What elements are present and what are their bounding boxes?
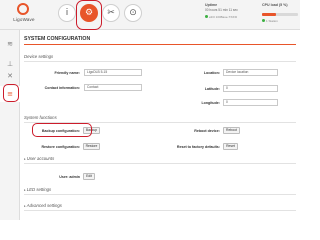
edit-user-button[interactable]: Edit xyxy=(83,173,95,180)
title-divider xyxy=(24,44,296,45)
logo-text: LigoWave xyxy=(13,17,35,22)
sidebar: ≋ ⊥ ✕ ≡ xyxy=(0,30,20,220)
collapse-arrow-icon: ▸ xyxy=(24,188,26,192)
section-divider xyxy=(24,210,296,211)
reboot-device-label: Reboot device: xyxy=(194,129,220,133)
settings-highlight-annotation xyxy=(76,0,102,30)
link-status-icon xyxy=(205,15,208,18)
reset-button[interactable]: Reset xyxy=(223,143,238,150)
uptime-panel: Uptime 00 hours 51 min 11 sec eth0 100Ba… xyxy=(205,3,259,19)
section-divider xyxy=(24,163,296,164)
main-content: SYSTEM CONFIGURATION Device settings Fri… xyxy=(24,32,296,218)
logo-mark-icon xyxy=(17,3,29,15)
friendly-name-input[interactable]: LigoDLB 5-15 xyxy=(84,69,142,76)
user-accounts-section-toggle[interactable]: ▸User accounts xyxy=(24,156,54,161)
contact-information-label: Contact information: xyxy=(44,86,80,90)
tools-button[interactable]: ✂ xyxy=(102,4,120,22)
page-title: SYSTEM CONFIGURATION xyxy=(24,36,91,42)
contact-information-input[interactable]: Contact xyxy=(84,84,142,91)
cpu-panel: CPU load (5 %) 1 Station xyxy=(262,3,298,23)
camera-icon: ⊙ xyxy=(129,7,137,18)
reboot-button[interactable]: Reboot xyxy=(223,127,240,134)
device-settings-heading: Device settings xyxy=(24,54,54,59)
info-icon: i xyxy=(65,7,69,18)
ligowave-logo: LigoWave xyxy=(4,3,48,27)
cpu-title: CPU load (5 %) xyxy=(262,3,288,7)
status-info-button[interactable]: i xyxy=(58,4,76,22)
led-settings-section-toggle[interactable]: ▸LED settings xyxy=(24,187,51,192)
sidebar-item-wireless[interactable]: ≋ xyxy=(0,36,20,52)
services-icon: ✕ xyxy=(7,72,13,80)
location-label: Location: xyxy=(203,71,220,75)
cpu-load-bar xyxy=(262,13,298,16)
longitude-input[interactable]: 0 xyxy=(223,99,278,106)
latitude-input[interactable]: 0 xyxy=(223,85,278,92)
latitude-label: Latitude: xyxy=(204,87,220,91)
location-input[interactable]: Device location xyxy=(223,69,278,76)
uptime-value: 00 hours 51 min 11 sec xyxy=(205,8,238,12)
reset-factory-label: Reset to factory defaults: xyxy=(176,145,220,149)
sidebar-item-services[interactable]: ✕ xyxy=(0,68,20,84)
uptime-title: Uptime xyxy=(205,3,218,7)
system-functions-heading: System functions xyxy=(24,115,57,120)
friendly-name-label: Friendly name: xyxy=(54,71,80,75)
collapse-arrow-icon: ▸ xyxy=(24,204,26,208)
section-divider xyxy=(24,61,296,62)
advanced-settings-section-toggle[interactable]: ▸Advanced settings xyxy=(24,203,62,208)
network-icon: ⊥ xyxy=(6,60,14,68)
sidebar-highlight-annotation xyxy=(3,84,19,102)
ethernet-status: eth0 100Base-TX/FD xyxy=(205,15,259,19)
section-divider xyxy=(24,194,296,195)
restore-configuration-label: Restore configuration: xyxy=(41,145,80,149)
wireless-icon: ≋ xyxy=(7,40,13,48)
backup-highlight-annotation xyxy=(32,123,92,137)
monitor-button[interactable]: ⊙ xyxy=(124,4,142,22)
user-admin-label: User: admin xyxy=(59,175,80,179)
longitude-label: Longitude: xyxy=(201,101,220,105)
station-count: 1 Station xyxy=(262,19,298,23)
collapse-arrow-icon: ▸ xyxy=(24,157,26,161)
tools-icon: ✂ xyxy=(107,7,115,18)
top-header: LigoWave i ⚙ ✂ ⊙ Uptime 00 hours 51 min … xyxy=(0,0,300,30)
station-status-icon xyxy=(262,19,265,22)
restore-button[interactable]: Restore xyxy=(83,143,100,150)
